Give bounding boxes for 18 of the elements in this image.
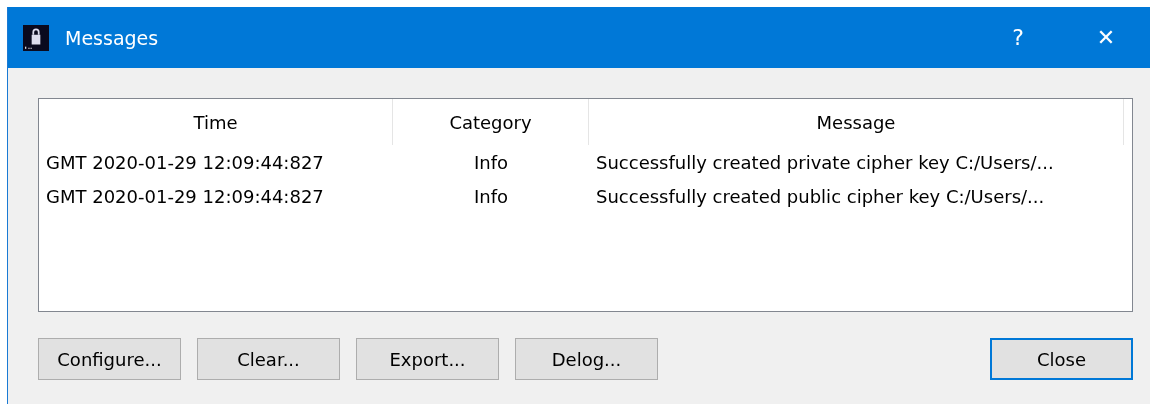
table-cell: GMT 2020-01-29 12:09:44:827: [46, 151, 324, 173]
help-button[interactable]: ?: [974, 7, 1062, 68]
table-cell: Info: [473, 185, 509, 207]
column-header[interactable]: Category: [393, 99, 589, 145]
lock-icon: [23, 24, 49, 51]
dialog-button[interactable]: Delog...: [515, 338, 658, 380]
table-cell: Successfully created private cipher key C:/Users/...: [596, 151, 1054, 173]
dialog-button[interactable]: Clear...: [197, 338, 340, 380]
dialog-button[interactable]: Configure...: [38, 338, 181, 380]
column-header[interactable]: Time: [39, 99, 393, 145]
close-button[interactable]: Close: [990, 338, 1133, 380]
close-button[interactable]: ✕: [1062, 7, 1150, 68]
table-cell: Info: [473, 151, 509, 173]
dialog-button[interactable]: Export...: [356, 338, 499, 380]
window-title: Messages: [65, 26, 159, 49]
column-header[interactable]: Message: [589, 99, 1124, 145]
table-cell: Successfully created public cipher key C:/Users/...: [596, 185, 1045, 207]
table-cell: GMT 2020-01-29 12:09:44:827: [46, 185, 324, 207]
